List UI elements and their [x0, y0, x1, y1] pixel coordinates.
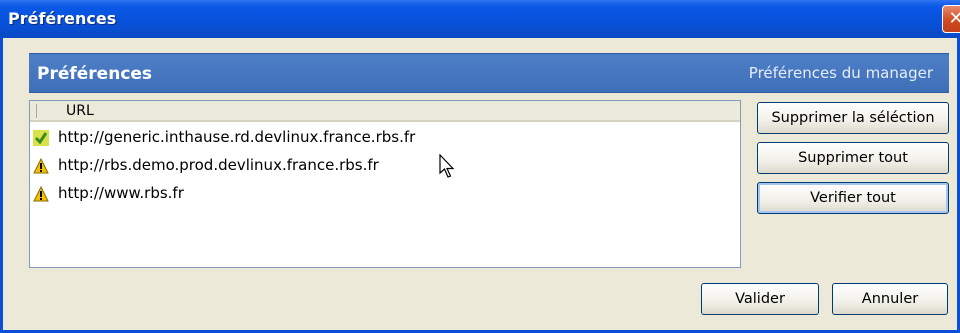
close-button[interactable]: ✕ — [942, 5, 960, 33]
validate-button[interactable]: Valider — [701, 283, 819, 315]
header-banner: Préférences Préférences du manager — [29, 53, 949, 93]
window-title: Préférences — [8, 9, 117, 28]
warning-icon — [33, 158, 49, 174]
delete-all-button[interactable]: Supprimer tout — [757, 142, 949, 174]
list-item[interactable]: http://generic.inthause.rd.devlinux.fran… — [30, 126, 730, 150]
column-resize-handle[interactable] — [36, 104, 37, 118]
column-header-url[interactable]: URL — [66, 103, 94, 119]
header-title: Préférences — [37, 64, 153, 84]
list-item[interactable]: http://www.rbs.fr — [30, 182, 730, 206]
url-text: http://www.rbs.fr — [58, 184, 184, 202]
close-icon: ✕ — [948, 8, 960, 29]
url-text: http://generic.inthause.rd.devlinux.fran… — [58, 128, 416, 146]
preferences-window: Préférences ✕ Préférences Préférences du… — [0, 0, 960, 333]
url-list[interactable]: URL http://generic.inthause.rd.devlinux.… — [29, 100, 741, 268]
title-bar[interactable]: Préférences ✕ — [0, 0, 960, 38]
verify-all-button[interactable]: Verifier tout — [757, 182, 949, 214]
url-text: http://rbs.demo.prod.devlinux.france.rbs… — [58, 156, 379, 174]
warning-icon — [33, 186, 49, 202]
cancel-button[interactable]: Annuler — [832, 283, 948, 315]
list-item[interactable]: http://rbs.demo.prod.devlinux.france.rbs… — [30, 154, 730, 178]
mouse-pointer-icon — [439, 154, 455, 178]
ok-status-icon — [33, 130, 49, 146]
delete-selection-button[interactable]: Supprimer la séléction — [757, 102, 949, 134]
list-column-header[interactable]: URL — [30, 101, 740, 122]
header-subtitle: Préférences du manager — [748, 64, 933, 82]
